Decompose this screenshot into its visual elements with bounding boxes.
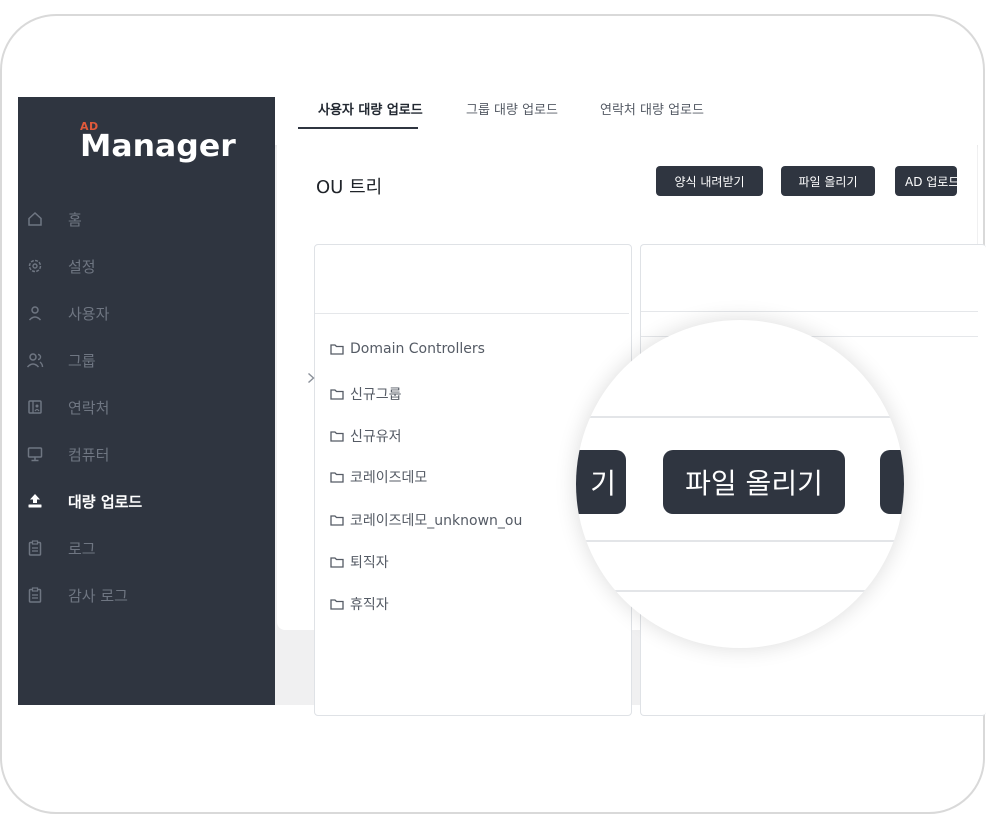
zoomed-upload-file-button: 파일 올리기 [663,450,845,514]
active-tab-indicator [298,127,418,129]
folder-icon [330,598,344,610]
tree-item[interactable]: 신규그룹 [330,384,402,404]
tree-item-label: 코레이즈데모 [350,470,428,486]
upload-panel-divider [641,311,978,312]
sidebar-item-label: 홈 [68,210,82,229]
zoomed-ad-upload-button [880,450,904,514]
computer-icon [26,445,44,463]
sidebar-item-users[interactable]: 사용자 [26,301,109,325]
zoom-divider [576,590,904,592]
logo[interactable]: AD Manager [80,121,236,162]
chevron-right-icon[interactable] [306,369,316,388]
sidebar-item-computers[interactable]: 컴퓨터 [26,442,109,466]
clipboard-icon [26,586,44,604]
zoomed-button-label: 파일 올리기 [685,467,823,500]
tab-user-bulk-upload[interactable]: 사용자 대량 업로드 [318,99,423,118]
sidebar-item-bulk-upload[interactable]: 대량 업로드 [26,489,142,513]
folder-icon [330,388,344,400]
sidebar-item-label: 그룹 [68,351,96,370]
sidebar-item-label: 로그 [68,539,96,558]
zoom-magnifier: 기 파일 올리기 [576,320,904,648]
tree-item[interactable]: Domain Controllers [330,341,485,357]
tree-item[interactable]: 신규유저 [330,426,402,446]
sidebar-item-audit-logs[interactable]: 감사 로그 [26,583,128,607]
tree-item-label: 신규그룹 [350,387,402,403]
tab-group-bulk-upload[interactable]: 그룹 대량 업로드 [466,99,558,118]
sidebar-item-label: 연락처 [68,398,110,417]
tree-item-label: 휴직자 [350,597,389,613]
zoomed-download-template-button: 기 [576,450,626,514]
folder-icon [330,343,344,355]
upload-file-button[interactable]: 파일 올리기 [781,166,875,196]
tree-item-label: 코레이즈데모_unknown_ou [350,513,523,529]
tree-item[interactable]: 휴직자 [330,594,389,614]
zoom-divider [576,540,904,542]
folder-icon [330,471,344,483]
tab-contact-bulk-upload[interactable]: 연락처 대량 업로드 [600,99,704,118]
zoomed-button-fragment: 기 [590,467,616,500]
settings-icon [26,257,44,275]
sidebar-item-groups[interactable]: 그룹 [26,348,96,372]
group-icon [26,351,44,369]
zoom-divider [576,416,904,418]
sidebar-item-contacts[interactable]: 연락처 [26,395,109,419]
folder-icon [330,556,344,568]
sidebar-item-label: 사용자 [68,304,110,323]
clipboard-icon [26,539,44,557]
home-icon [26,210,44,228]
ou-tree-divider [315,313,629,314]
sidebar-item-label: 설정 [68,257,96,276]
tree-item-label: Domain Controllers [350,341,485,357]
tree-item-label: 퇴직자 [350,555,389,571]
upload-icon [26,492,44,510]
user-icon [26,304,44,322]
sidebar-item-settings[interactable]: 설정 [26,254,96,278]
folder-icon [330,514,344,526]
sidebar-item-logs[interactable]: 로그 [26,536,96,560]
ad-upload-button[interactable]: AD 업로드 [895,166,957,196]
logo-name-text: Manager [80,129,236,164]
sidebar: AD Manager 홈 설정 사용자 그룹 연락처 컴퓨터 대량 업로드 로그… [18,97,275,705]
contacts-icon [26,398,44,416]
sidebar-item-label: 대량 업로드 [68,492,143,511]
ou-tree-title: OU 트리 [316,177,383,198]
folder-icon [330,430,344,442]
sidebar-item-label: 감사 로그 [68,586,128,605]
tree-item-label: 신규유저 [350,429,402,445]
tree-item[interactable]: 퇴직자 [330,552,389,572]
tree-item[interactable]: 코레이즈데모_unknown_ou [330,510,522,530]
download-template-button[interactable]: 양식 내려받기 [656,166,763,196]
tree-item[interactable]: 코레이즈데모 [330,467,427,487]
sidebar-item-label: 컴퓨터 [68,445,110,464]
sidebar-item-home[interactable]: 홈 [26,207,82,231]
